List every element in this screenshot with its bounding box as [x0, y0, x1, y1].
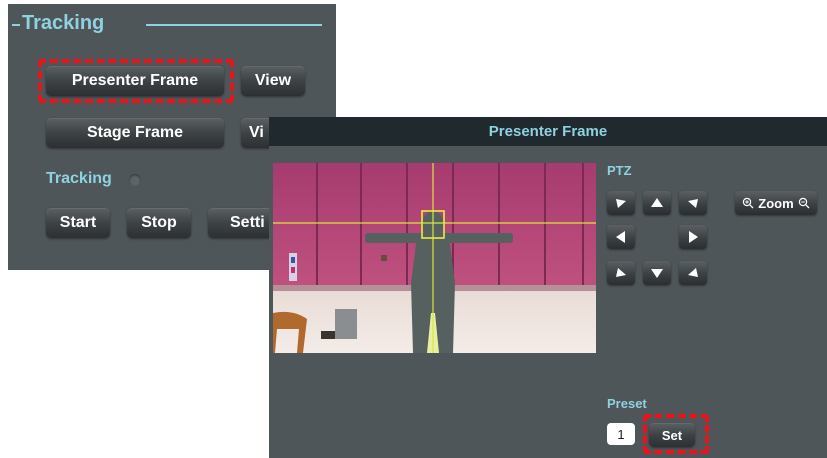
- zoom-control[interactable]: Zoom: [735, 191, 817, 215]
- arrow-up-icon: [651, 198, 663, 207]
- preset-number-field[interactable]: 1: [607, 423, 635, 445]
- tracking-status-indicator: [129, 174, 141, 186]
- ptz-up-left-button[interactable]: [607, 191, 635, 215]
- ptz-up-button[interactable]: [643, 191, 671, 215]
- section-divider: [146, 24, 322, 26]
- ptz-up-right-button[interactable]: [679, 191, 707, 215]
- ptz-down-right-button[interactable]: [679, 261, 707, 285]
- tracking-section-title: Tracking: [22, 12, 105, 34]
- presenter-frame-dialog: Presenter Frame PTZ Zoom Preset 1 Set: [269, 117, 827, 458]
- camera-preview[interactable]: [273, 163, 596, 353]
- start-button[interactable]: Start: [46, 208, 110, 238]
- ptz-down-left-button[interactable]: [607, 261, 635, 285]
- arrow-down-right-icon: [688, 268, 698, 277]
- arrow-left-icon: [616, 231, 625, 243]
- highlight-set-button: [643, 414, 709, 454]
- arrow-up-left-icon: [616, 199, 626, 208]
- dialog-title: Presenter Frame: [269, 117, 827, 146]
- stop-button[interactable]: Stop: [127, 208, 191, 238]
- ptz-right-button[interactable]: [679, 225, 707, 249]
- zoom-in-icon[interactable]: [742, 197, 754, 209]
- ptz-left-button[interactable]: [607, 225, 635, 249]
- ptz-label: PTZ: [607, 163, 632, 178]
- view-presenter-button[interactable]: View: [241, 66, 305, 96]
- section-dash: [12, 24, 20, 26]
- arrow-down-icon: [651, 269, 663, 278]
- zoom-out-icon[interactable]: [798, 197, 810, 209]
- ptz-down-button[interactable]: [643, 261, 671, 285]
- preset-label: Preset: [607, 396, 647, 411]
- stage-frame-button[interactable]: Stage Frame: [46, 118, 224, 148]
- zoom-label: Zoom: [758, 195, 794, 211]
- highlight-presenter-frame: [38, 59, 234, 103]
- settings-button[interactable]: Setti: [208, 208, 278, 238]
- camera-preview-image: [273, 163, 596, 353]
- tracking-status-label: Tracking: [46, 170, 112, 187]
- arrow-up-right-icon: [688, 199, 698, 208]
- arrow-right-icon: [689, 231, 698, 243]
- arrow-down-left-icon: [616, 268, 626, 277]
